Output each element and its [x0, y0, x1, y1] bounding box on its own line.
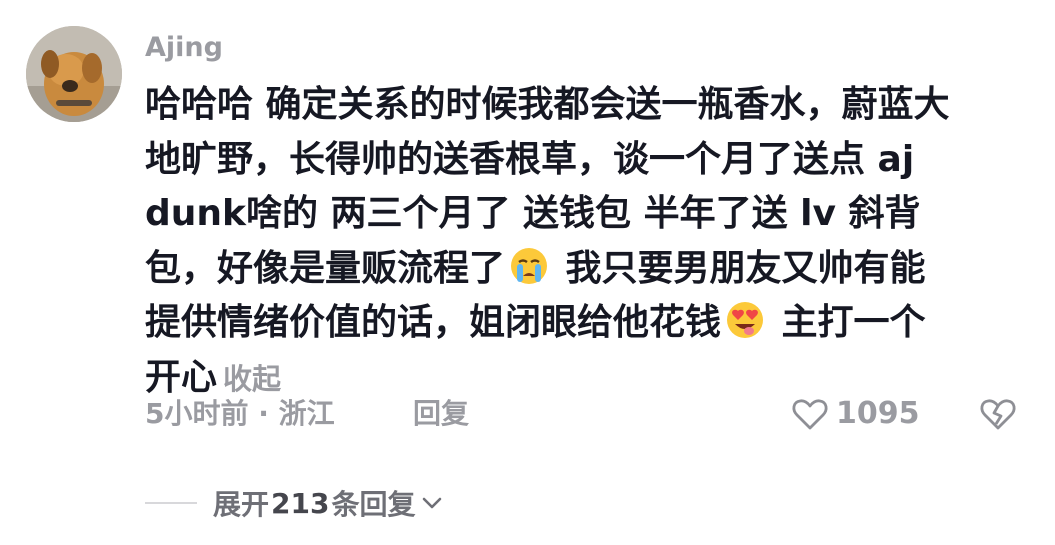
crying-emoji-icon — [511, 247, 548, 284]
chevron-down-icon — [423, 497, 442, 509]
comment-line: 哈哈哈 确定关系的时候我都会送一瓶香水，蔚蓝大 — [145, 84, 950, 125]
comment-username[interactable]: Ajing — [145, 28, 223, 68]
heart-eyes-emoji-icon — [727, 302, 764, 338]
collapse-button[interactable]: 收起 — [223, 362, 281, 396]
expand-suffix: 条回复 — [331, 488, 416, 521]
comment-segment: 主打一个 — [769, 302, 926, 343]
broken-heart-icon[interactable] — [978, 394, 1018, 434]
expand-replies-row: 展开 213 条回复 — [145, 481, 445, 525]
like-count: 1095 — [836, 396, 920, 431]
expand-prefix: 展开 — [213, 488, 270, 521]
reply-button[interactable]: 回复 — [413, 392, 469, 436]
heart-outline-icon — [792, 399, 828, 430]
reply-count: 213 — [271, 486, 330, 520]
divider — [145, 502, 197, 504]
comment-segment: 我只要男朋友又帅有能 — [553, 247, 926, 289]
comment-line: 地旷野，长得帅的送香根草，谈一个月了送点 aj — [145, 138, 915, 180]
comment-line: dunk啥的 两三个月了 送钱包 半年了送 lv 斜背 — [145, 193, 921, 234]
comment-line-with-emoji: 包，好像是量贩流程了 我只要男朋友又帅有能 — [145, 242, 1025, 297]
comment-segment: 提供情绪价值的话，姐闭眼给他花钱 — [145, 302, 722, 343]
like-button[interactable]: 1095 — [790, 392, 920, 436]
comment-text: 哈哈哈 确定关系的时候我都会送一瓶香水，蔚蓝大 地旷野，长得帅的送香根草，谈一个… — [145, 78, 1025, 406]
comment-line-with-emoji: 提供情绪价值的话，姐闭眼给他花钱 主打一个 — [145, 296, 1025, 351]
comment-segment: 包，好像是量贩流程了 — [145, 247, 506, 289]
time-location: 5小时前 · 浙江 — [145, 397, 335, 430]
avatar[interactable] — [26, 26, 122, 122]
comment-meta: 5小时前 · 浙江 回复 1095 — [145, 392, 1025, 436]
avatar-dog-image — [26, 26, 122, 122]
expand-replies-button[interactable]: 展开 213 条回复 — [213, 483, 445, 523]
